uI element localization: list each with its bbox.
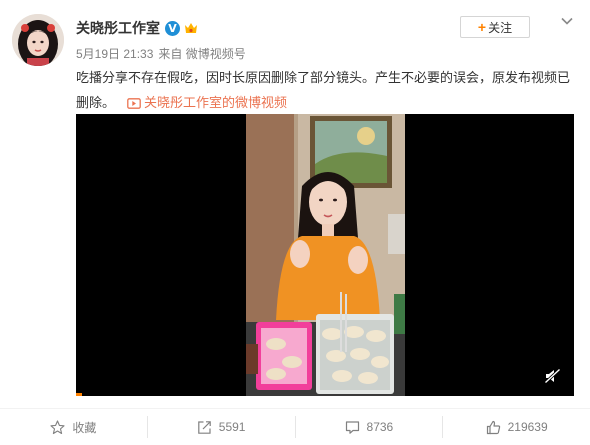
post-meta: 5月19日 21:33 来自 微博视频号 bbox=[76, 45, 246, 62]
video-icon bbox=[127, 98, 141, 109]
post-text: 吃播分享不存在假吃，因时长原因删除了部分镜头。产生不必要的误会，原发布视频已删除… bbox=[76, 65, 580, 115]
comment-icon bbox=[345, 420, 359, 434]
repost-button[interactable]: 5591 bbox=[146, 416, 295, 438]
video-player[interactable] bbox=[76, 114, 574, 396]
repost-count: 5591 bbox=[218, 420, 246, 434]
favorite-button[interactable]: 收藏 bbox=[0, 416, 147, 438]
video-link-label: 关晓彤工作室的微博视频 bbox=[144, 95, 288, 110]
comment-count: 8736 bbox=[366, 420, 394, 434]
video-frame bbox=[246, 114, 405, 396]
like-button[interactable]: 219639 bbox=[442, 416, 590, 438]
video-progress[interactable] bbox=[76, 393, 82, 396]
mute-icon[interactable] bbox=[544, 368, 562, 384]
favorite-label: 收藏 bbox=[72, 420, 97, 435]
video-link[interactable]: 关晓彤工作室的微博视频 bbox=[127, 95, 287, 110]
star-icon bbox=[50, 419, 65, 434]
follow-button[interactable]: + 关注 bbox=[460, 16, 530, 38]
thumbs-up-icon bbox=[486, 420, 500, 434]
like-count: 219639 bbox=[507, 420, 548, 434]
verified-icon[interactable]: V bbox=[165, 20, 180, 36]
chevron-down-icon[interactable] bbox=[560, 14, 574, 28]
member-badge-icon[interactable] bbox=[183, 20, 199, 36]
post-source: 来自 微博视频号 bbox=[158, 47, 246, 61]
follow-label: 关注 bbox=[488, 20, 513, 35]
plus-icon: + bbox=[477, 19, 487, 35]
author-row: 关晓彤工作室 V bbox=[76, 18, 199, 38]
avatar[interactable] bbox=[12, 14, 64, 66]
comment-button[interactable]: 8736 bbox=[294, 416, 443, 438]
author-name[interactable]: 关晓彤工作室 bbox=[76, 18, 160, 38]
post-date[interactable]: 5月19日 21:33 bbox=[76, 47, 153, 61]
action-bar: 收藏 5591 8736 219639 bbox=[0, 408, 590, 445]
repost-icon bbox=[197, 420, 211, 434]
